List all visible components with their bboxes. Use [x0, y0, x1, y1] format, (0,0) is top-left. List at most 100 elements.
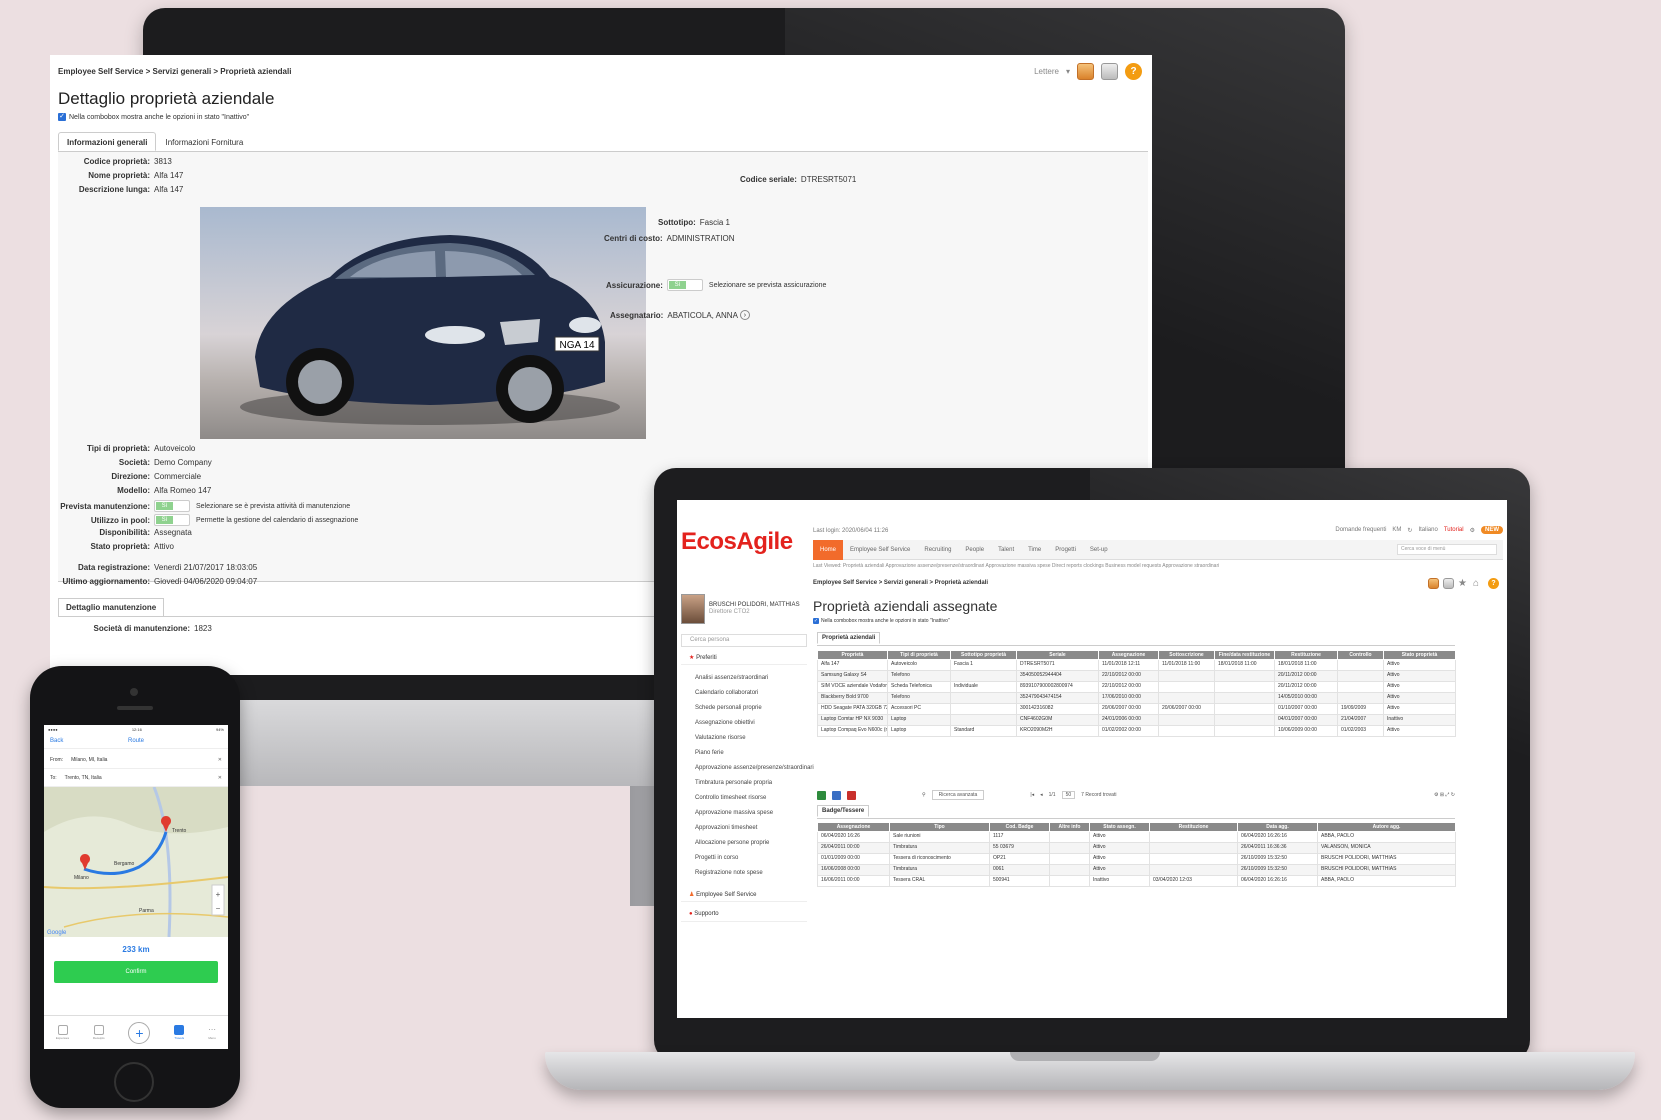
tab-expenses[interactable]: Expenses: [56, 1025, 69, 1040]
column-header[interactable]: Tipi di proprietà: [887, 650, 951, 660]
clear-icon[interactable]: ✕: [218, 775, 222, 781]
assicurazione-toggle[interactable]: Sì: [666, 279, 703, 291]
ecosagile-logo[interactable]: EcosAgile: [681, 528, 793, 556]
table-row[interactable]: 06/04/2020 16:26 Sale riunioni 1117 Attivo 0…: [817, 831, 1456, 843]
column-header[interactable]: Fine/data restituzione: [1214, 650, 1275, 660]
avatar[interactable]: [681, 594, 705, 624]
sidebar-ess[interactable]: ♟ Employee Self Service: [681, 888, 807, 902]
sidebar-item[interactable]: Piano ferie: [695, 750, 724, 756]
sidebar-item[interactable]: Approvazioni timesheet: [695, 825, 757, 831]
tab-travels[interactable]: Travels: [174, 1025, 185, 1040]
table-row[interactable]: Samsung Galaxy S4 Telefono 354050052944404…: [817, 670, 1456, 682]
pdf-export-icon[interactable]: [847, 790, 856, 800]
add-button[interactable]: +: [128, 1021, 151, 1044]
tab-informazioni-fornitura[interactable]: Informazioni Fornitura: [156, 132, 252, 151]
tab-receipts[interactable]: Receipts: [93, 1025, 105, 1040]
sidebar-item[interactable]: Approvazione assenze/presenze/straordina…: [695, 765, 814, 771]
sidebar-item[interactable]: Approvazione massiva spese: [695, 810, 773, 816]
page-size-select[interactable]: 50: [1061, 791, 1076, 799]
breadcrumb[interactable]: Employee Self Service > Servizi generali…: [813, 580, 988, 586]
to-field[interactable]: To: Trento, TN, Italia ✕: [44, 769, 228, 787]
person-search-input[interactable]: Cerca persona: [681, 634, 807, 647]
word-export-icon[interactable]: [832, 790, 841, 800]
print-icon[interactable]: [1443, 578, 1454, 589]
sidebar-item[interactable]: Timbratura personale propria: [695, 780, 772, 786]
column-header[interactable]: Seriale: [1016, 650, 1099, 660]
from-field[interactable]: From: Milano, MI, Italia ✕: [44, 751, 228, 769]
nav-ess[interactable]: Employee Self Service: [843, 540, 917, 560]
sidebar-item[interactable]: Schede personali proprie: [695, 705, 762, 711]
table-row[interactable]: SIM VOCE aziendale Vodafone Scheda Telefo…: [817, 681, 1456, 693]
sidebar-item[interactable]: Controllo timesheet risorse: [695, 795, 766, 801]
user-card[interactable]: BRUSCHI POLIDORI, MATTHIAS Direttore CTO…: [681, 593, 807, 625]
zoom-in-icon[interactable]: +: [216, 890, 221, 899]
zoom-out-icon[interactable]: −: [216, 904, 221, 913]
document-icon[interactable]: [1077, 63, 1094, 80]
sidebar-item[interactable]: Calendario collaboratori: [695, 690, 758, 696]
inactive-options-checkbox[interactable]: ✓ Nella combobox mostra anche le opzioni …: [58, 113, 249, 121]
tab-badge-tessere[interactable]: Badge/Tessere: [817, 805, 870, 817]
table-row[interactable]: Laptop Comtar HP NX 9030 Laptop CNF4602G0M…: [817, 714, 1456, 726]
column-header[interactable]: Proprietà: [817, 650, 888, 660]
prev-page-button[interactable]: ◂: [1040, 792, 1043, 798]
advanced-search-button[interactable]: Ricerca avanzata: [931, 790, 985, 800]
column-header[interactable]: Controllo: [1337, 650, 1384, 660]
new-badge[interactable]: NEW: [1481, 526, 1503, 534]
sidebar-item[interactable]: Registrazione note spese: [695, 870, 763, 876]
column-header[interactable]: Tipo: [889, 822, 990, 832]
table-row[interactable]: Laptop Compaq Evo N600c (mutello)LaptopS…: [817, 725, 1456, 737]
column-header[interactable]: Sottotipo proprietà: [950, 650, 1017, 660]
phone-home-button[interactable]: [114, 1062, 154, 1102]
breadcrumb[interactable]: Employee Self Service > Servizi generali…: [58, 67, 291, 76]
chevron-down-icon[interactable]: ▾: [1066, 67, 1070, 76]
table-row[interactable]: Alfa 147 Autoveicolo Fascia 1 DTRESRT5071 11…: [817, 659, 1456, 671]
column-header[interactable]: Stato assegn.: [1089, 822, 1150, 832]
table-row[interactable]: HDD Seagate PATA 320GB 7200RPMAccessori …: [817, 703, 1456, 715]
binoculars-icon[interactable]: ⚲: [922, 792, 926, 798]
last-viewed-bar[interactable]: Last Viewed: Proprietà aziendali Approva…: [813, 563, 1219, 569]
sidebar-item[interactable]: Assegnazione obiettivi: [695, 720, 755, 726]
confirm-button[interactable]: Confirm: [54, 961, 218, 983]
checkbox-checked-icon[interactable]: ✓: [813, 618, 819, 624]
nav-progetti[interactable]: Progetti: [1048, 540, 1083, 560]
tab-dettaglio-manutenzione[interactable]: Dettaglio manutenzione: [58, 598, 165, 617]
sidebar-item[interactable]: Analisi assenze/straordinari: [695, 675, 768, 681]
nav-talent[interactable]: Talent: [991, 540, 1021, 560]
column-header[interactable]: Restituzione: [1274, 650, 1338, 660]
help-icon[interactable]: ?: [1488, 578, 1499, 589]
table-row[interactable]: 16/06/2011 00:00 Tessera CRAL 500941 Inatti…: [817, 875, 1456, 887]
sidebar-item[interactable]: Allocazione persone proprie: [695, 840, 769, 846]
tab-proprieta-aziendali[interactable]: Proprietà aziendali: [817, 632, 881, 644]
nav-setup[interactable]: Set-up: [1083, 540, 1115, 560]
first-page-button[interactable]: |◂: [1030, 792, 1034, 798]
sidebar-preferiti[interactable]: ★ Preferiti: [681, 651, 807, 665]
letters-menu[interactable]: Lettere: [1034, 67, 1059, 76]
km-link[interactable]: KM: [1392, 527, 1401, 533]
refresh-icon[interactable]: ↻: [1407, 527, 1412, 534]
star-icon[interactable]: ★: [1458, 578, 1469, 589]
route-map[interactable]: Milano Trento Bergamo Parma Google + −: [44, 787, 228, 937]
help-icon[interactable]: ?: [1125, 63, 1142, 80]
column-header[interactable]: Restituzione: [1149, 822, 1238, 832]
from-input[interactable]: Milano, MI, Italia: [71, 757, 107, 763]
column-header[interactable]: Sottoscrizione: [1158, 650, 1215, 660]
nav-time[interactable]: Time: [1021, 540, 1048, 560]
clear-icon[interactable]: ✕: [218, 757, 222, 763]
table-settings-icon[interactable]: ⚙ ⊞ ⤢ ↻: [1434, 792, 1455, 798]
settings-icon[interactable]: ⚙: [1470, 527, 1475, 534]
column-header[interactable]: Altre info: [1049, 822, 1090, 832]
tab-informazioni-generali[interactable]: Informazioni generali: [58, 132, 157, 151]
column-header[interactable]: Autore agg.: [1317, 822, 1456, 832]
home-icon[interactable]: ⌂: [1473, 578, 1484, 589]
sidebar-item[interactable]: Valutazione risorse: [695, 735, 746, 741]
print-icon[interactable]: [1101, 63, 1118, 80]
tab-menu[interactable]: ··· Menu: [208, 1025, 216, 1040]
sidebar-item[interactable]: Progetti in corso: [695, 855, 738, 861]
document-icon[interactable]: [1428, 578, 1439, 589]
nav-people[interactable]: People: [958, 540, 991, 560]
language-select[interactable]: Italiano: [1418, 527, 1437, 533]
pool-toggle[interactable]: Sì: [154, 514, 190, 526]
column-header[interactable]: Data agg.: [1237, 822, 1318, 832]
menu-search-input[interactable]: Cerca voce di menù: [1397, 544, 1497, 555]
page-indicator[interactable]: 1/1: [1049, 792, 1056, 798]
